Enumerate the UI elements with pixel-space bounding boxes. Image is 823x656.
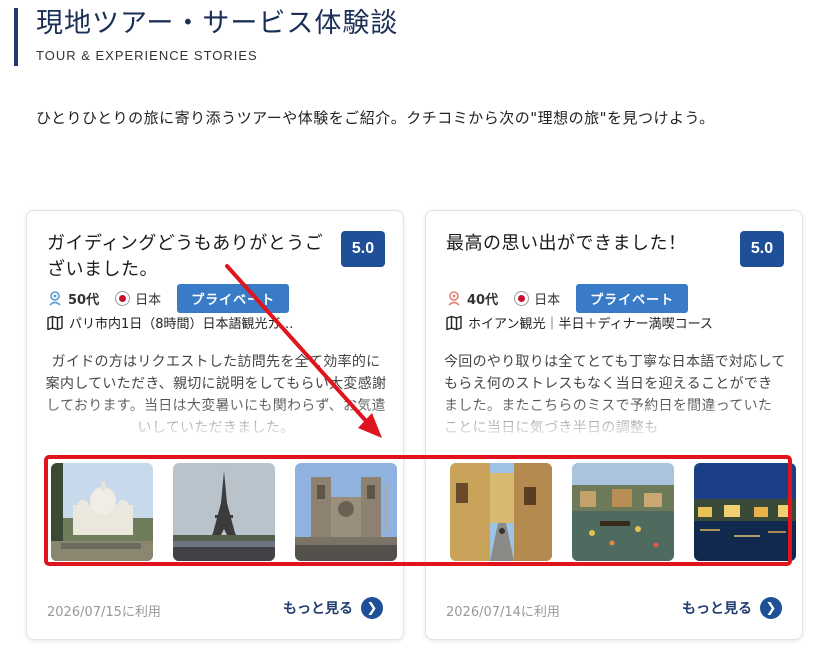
section-heading: 現地ツアー・サービス体験談 TOUR & EXPERIENCE STORIES xyxy=(14,8,398,66)
photo-strip xyxy=(51,463,397,561)
review-photo-sacre-coeur[interactable] xyxy=(51,463,153,561)
tour-name[interactable]: パリ市内1日（8時間）日本語観光ガ… xyxy=(47,313,387,332)
tour-name-text: ホイアン観光｜半日＋ディナー満喫コース xyxy=(468,317,713,332)
reviewer-meta: 50代 日本 プライベート xyxy=(47,283,290,313)
review-photo-hoian-street[interactable] xyxy=(450,463,552,561)
review-card[interactable]: ガイディングどうもありがとうございました。 5.0 50代 日本 プライベート … xyxy=(26,210,404,640)
tour-type-badge: プライベート xyxy=(177,283,290,313)
see-more-link[interactable]: もっと見る ❯ xyxy=(283,597,383,619)
intro-text: ひとりひとりの旅に寄り添うツアーや体験をご紹介。クチコミから次の"理想の旅"を見… xyxy=(36,109,715,127)
usage-date: 2026/07/14に利用 xyxy=(446,605,560,620)
review-title: ガイディングどうもありがとうございました。 xyxy=(47,233,324,280)
page-subtitle: TOUR & EXPERIENCE STORIES xyxy=(36,48,258,63)
page-title: 現地ツアー・サービス体験談 xyxy=(36,8,399,39)
tour-name-text: パリ市内1日（8時間）日本語観光ガ… xyxy=(69,317,294,332)
user-profile-icon xyxy=(448,291,460,306)
reviewer-meta: 40代 日本 プライベート xyxy=(446,283,689,313)
review-title: 最高の思い出ができました！ xyxy=(446,233,687,254)
review-card[interactable]: 最高の思い出ができました！ 5.0 40代 日本 プライベート ホイアン観光｜半… xyxy=(425,210,803,640)
review-photo-eiffel-tower[interactable] xyxy=(173,463,275,561)
usage-date: 2026/07/15に利用 xyxy=(47,605,161,620)
photo-strip xyxy=(450,463,796,561)
score-badge: 5.0 xyxy=(341,231,385,267)
reviewer-age: 50代 xyxy=(68,292,100,308)
score-badge: 5.0 xyxy=(740,231,784,267)
review-photo-hoian-night[interactable] xyxy=(694,463,796,561)
review-photo-notre-dame[interactable] xyxy=(295,463,397,561)
map-icon xyxy=(446,315,462,330)
tour-name[interactable]: ホイアン観光｜半日＋ディナー満喫コース xyxy=(446,313,786,332)
review-text: 今回のやり取りは全てとても丁寧な日本語で対応してもらえ何のストレスもなく当日を迎… xyxy=(444,351,786,441)
review-photo-hoian-river[interactable] xyxy=(572,463,674,561)
reviewer-age: 40代 xyxy=(467,292,499,308)
chevron-right-icon: ❯ xyxy=(361,597,383,619)
see-more-link[interactable]: もっと見る ❯ xyxy=(682,597,782,619)
review-text: ガイドの方はリクエストした訪問先を全て効率的に案内していただき、親切に説明をして… xyxy=(45,351,387,441)
reviewer-nationality: 日本 xyxy=(135,292,162,308)
chevron-right-icon: ❯ xyxy=(760,597,782,619)
see-more-label: もっと見る xyxy=(682,601,752,617)
reviewer-nationality: 日本 xyxy=(534,292,561,308)
japan-flag-icon xyxy=(115,290,131,306)
user-profile-icon xyxy=(49,291,61,306)
see-more-label: もっと見る xyxy=(283,601,353,617)
tour-type-badge: プライベート xyxy=(576,283,689,313)
map-icon xyxy=(47,315,63,330)
japan-flag-icon xyxy=(514,290,530,306)
